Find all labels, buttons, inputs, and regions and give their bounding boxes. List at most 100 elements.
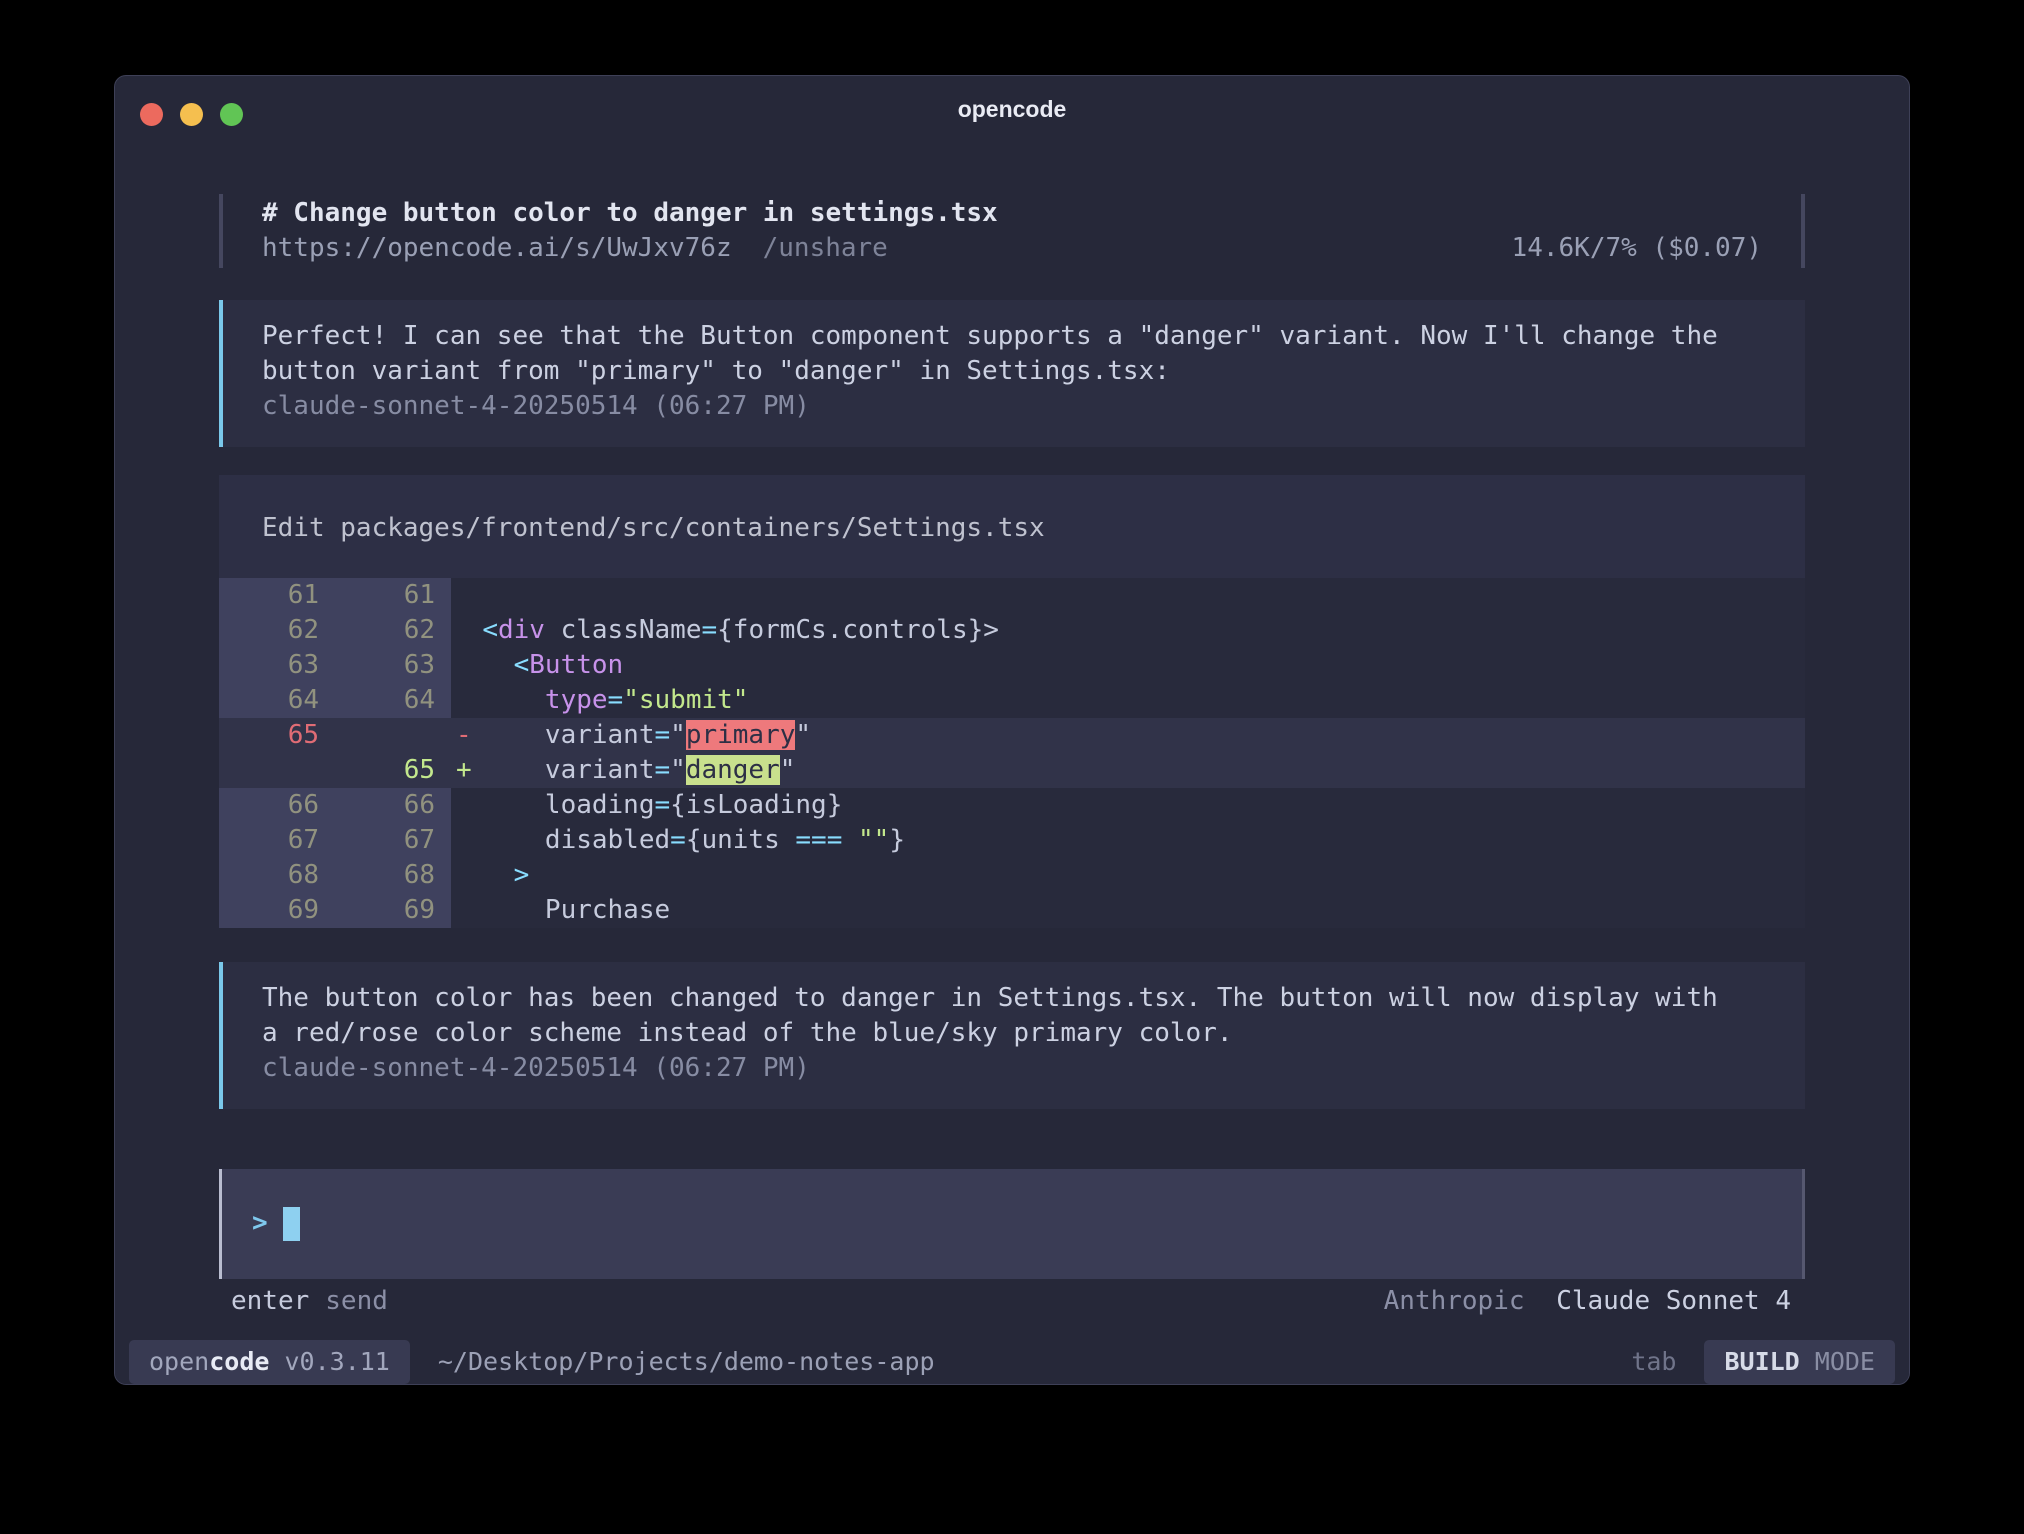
code-token: Button: [529, 650, 623, 680]
assistant-message: The button color has been changed to dan…: [219, 962, 1805, 1109]
code-token: className: [545, 615, 702, 645]
code-line: <div className={formCs.controls}>: [451, 613, 1805, 648]
assistant-message: Perfect! I can see that the Button compo…: [219, 300, 1805, 447]
diff-marker: +: [456, 753, 472, 788]
prompt-input[interactable]: >: [219, 1169, 1805, 1279]
code-token: variant: [451, 755, 655, 785]
new-line-number: 67: [335, 823, 451, 858]
code-token: ": [780, 755, 796, 785]
code-token: [451, 615, 482, 645]
code-line: loading={isLoading}: [451, 788, 1805, 823]
diff-row: 6363 <Button: [219, 648, 1805, 683]
diff-row: 6161: [219, 578, 1805, 613]
code-token: {units: [686, 825, 796, 855]
session-header: # Change button color to danger in setti…: [219, 194, 1805, 268]
new-line-number: 68: [335, 858, 451, 893]
code-token: =: [655, 720, 671, 750]
diff-row: 6969 Purchase: [219, 893, 1805, 928]
app-version: v0.3.11: [269, 1347, 389, 1376]
code-line: - variant="primary": [451, 718, 1805, 753]
code-token: "submit": [623, 685, 748, 715]
code-token: ": [670, 755, 686, 785]
diff-row: 6666 loading={isLoading}: [219, 788, 1805, 823]
model-name: Claude Sonnet 4: [1556, 1286, 1791, 1316]
old-line-number: 69: [219, 893, 335, 928]
code-token: {isLoading}: [670, 790, 842, 820]
old-line-number: 68: [219, 858, 335, 893]
enter-key-hint: enter: [231, 1284, 309, 1319]
diff-row: 65- variant="primary": [219, 718, 1805, 753]
status-bar: opencode v0.3.11 ~/Desktop/Projects/demo…: [115, 1340, 1909, 1384]
code-token: div: [498, 615, 545, 645]
status-bar-right: tab BUILD MODE: [1631, 1340, 1895, 1384]
edit-tool-block: Edit packages/frontend/src/containers/Se…: [219, 475, 1805, 928]
mode-primary: BUILD: [1724, 1347, 1814, 1376]
code-line: + variant="danger": [451, 753, 1805, 788]
code-token: >: [514, 860, 530, 890]
code-token: }: [889, 825, 905, 855]
code-line: disabled={units === ""}: [451, 823, 1805, 858]
code-token: "": [858, 825, 889, 855]
old-line-number: 66: [219, 788, 335, 823]
code-token: ===: [795, 825, 842, 855]
old-line-number: 63: [219, 648, 335, 683]
code-token: danger: [686, 755, 780, 785]
code-token: ": [670, 720, 686, 750]
diff-rows: 61616262 <div className={formCs.controls…: [219, 578, 1805, 928]
old-line-number: 67: [219, 823, 335, 858]
code-token: {formCs.controls}>: [717, 615, 999, 645]
code-token: =: [670, 825, 686, 855]
text-cursor: [283, 1207, 300, 1241]
new-line-number: 66: [335, 788, 451, 823]
provider-name: Anthropic: [1384, 1286, 1525, 1316]
share-url[interactable]: https://opencode.ai/s/UwJxv76z: [262, 231, 732, 266]
old-line-number: 64: [219, 683, 335, 718]
new-line-number: 64: [335, 683, 451, 718]
code-token: =: [655, 790, 671, 820]
new-line-number: 65: [335, 753, 451, 788]
model-info: Anthropic Claude Sonnet 4: [1384, 1284, 1791, 1319]
diff-row: 6767 disabled={units === ""}: [219, 823, 1805, 858]
new-line-number: 63: [335, 648, 451, 683]
code-token: <: [514, 650, 530, 680]
diff-row: 6262 <div className={formCs.controls}>: [219, 613, 1805, 648]
code-token: type: [545, 685, 608, 715]
code-token: =: [655, 755, 671, 785]
new-line-number: 69: [335, 893, 451, 928]
old-line-number: [219, 753, 335, 788]
message-meta: claude-sonnet-4-20250514 (06:27 PM): [262, 389, 1732, 424]
titlebar: opencode: [115, 76, 1909, 142]
diff-row: 6868 >: [219, 858, 1805, 893]
working-directory: ~/Desktop/Projects/demo-notes-app: [438, 1340, 935, 1384]
code-token: loading: [451, 790, 655, 820]
code-token: [451, 685, 545, 715]
code-token: =: [701, 615, 717, 645]
code-line: type="submit": [451, 683, 1805, 718]
token-usage: 14.6K/7% ($0.07): [1512, 231, 1762, 266]
message-meta: claude-sonnet-4-20250514 (06:27 PM): [262, 1051, 1732, 1086]
code-token: [451, 650, 514, 680]
mode-secondary: MODE: [1815, 1347, 1875, 1376]
app-name-open: open: [149, 1347, 209, 1376]
edit-tool-title: Edit packages/frontend/src/containers/Se…: [219, 511, 1805, 546]
tab-key-hint[interactable]: tab: [1631, 1340, 1676, 1384]
code-line: Purchase: [451, 893, 1805, 928]
old-line-number: 62: [219, 613, 335, 648]
code-token: variant: [451, 720, 655, 750]
mode-segment: BUILD MODE: [1704, 1340, 1895, 1384]
code-line: [451, 578, 1805, 613]
send-action-hint: send: [325, 1284, 388, 1319]
code-token: [451, 860, 514, 890]
code-token: <: [482, 615, 498, 645]
app-name-code: code: [209, 1347, 269, 1376]
unshare-command: /unshare: [763, 231, 888, 266]
app-version-segment: opencode v0.3.11: [129, 1340, 410, 1384]
new-line-number: 62: [335, 613, 451, 648]
new-line-number: [335, 718, 451, 753]
code-line: <Button: [451, 648, 1805, 683]
diff-marker: -: [456, 718, 472, 753]
window-title: opencode: [115, 76, 1909, 142]
new-line-number: 61: [335, 578, 451, 613]
prompt-symbol: >: [252, 1206, 268, 1241]
code-token: ": [795, 720, 811, 750]
